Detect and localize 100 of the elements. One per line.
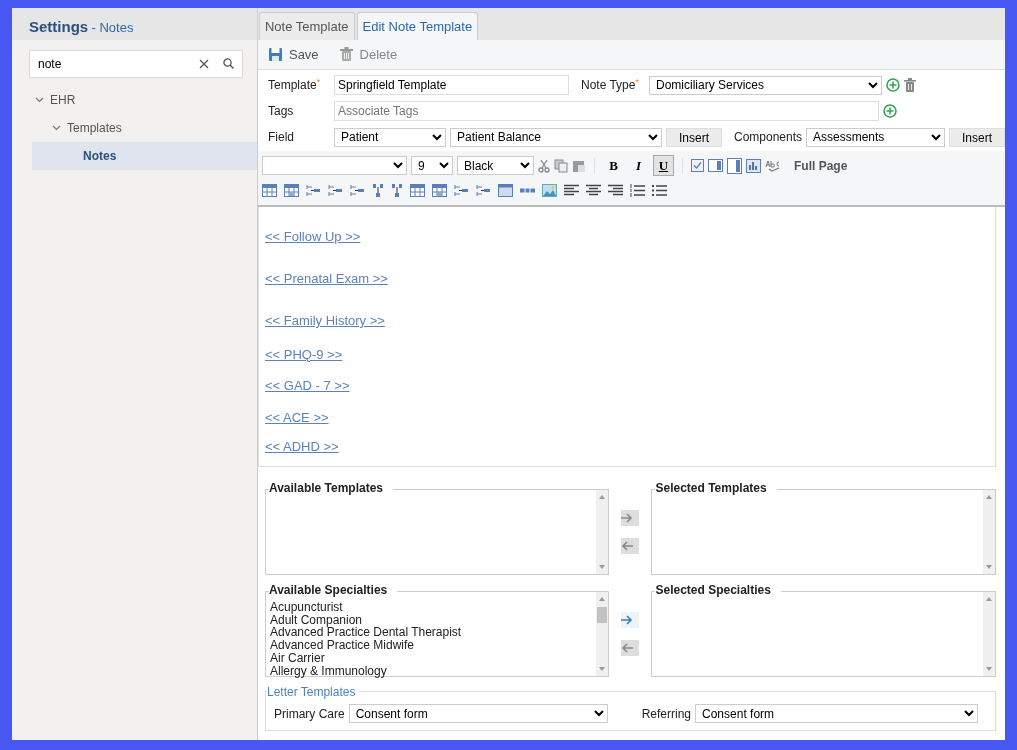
move-right-button[interactable] <box>621 612 640 628</box>
move-left-button[interactable] <box>621 538 640 554</box>
template-field[interactable]: Springfield Template <box>333 75 569 95</box>
insert-row-icon[interactable] <box>453 184 469 197</box>
tab[interactable]: Edit Note Template <box>356 11 479 40</box>
chevron-icon[interactable] <box>35 97 44 103</box>
right-arrow-icon <box>621 513 634 523</box>
primary-care-dropdown[interactable]: Consent form <box>348 704 608 723</box>
move-left-button[interactable] <box>621 640 640 656</box>
chart-icon[interactable] <box>745 158 761 173</box>
format-button[interactable]: B <box>602 155 624 176</box>
scroll-up-icon[interactable] <box>985 494 993 499</box>
align-right-icon[interactable] <box>607 184 623 197</box>
save-icon <box>267 47 283 62</box>
list-title: Available Specialties <box>268 583 398 597</box>
tree-item[interactable]: Templates <box>12 114 257 142</box>
insert-column-icon[interactable] <box>390 183 403 198</box>
full-page-button[interactable]: Full Page <box>793 156 848 175</box>
field-label: Field <box>267 129 295 146</box>
insert-row-icon[interactable] <box>327 184 343 197</box>
template-link[interactable]: << PHQ-9 >> <box>264 344 343 364</box>
scroll-down-icon[interactable] <box>598 667 607 672</box>
tree-item[interactable]: Notes <box>32 142 257 170</box>
field-label: Referring <box>641 705 691 723</box>
table-icon[interactable] <box>283 184 299 197</box>
right-arrow-icon <box>621 615 634 625</box>
spellcheck-icon[interactable] <box>764 159 782 172</box>
align-left-icon[interactable] <box>563 184 579 197</box>
referring-dropdown[interactable]: Consent form <box>695 704 978 723</box>
list-item[interactable]: Acupuncturist <box>269 601 595 614</box>
template-link[interactable]: << ADHD >> <box>264 437 339 457</box>
left-arrow-icon <box>621 643 634 653</box>
size-dropdown[interactable]: 9 <box>410 156 453 175</box>
tags-field[interactable]: Associate Tags <box>333 101 879 121</box>
merge-cells-icon[interactable] <box>497 184 513 197</box>
page-subtitle: - Notes <box>91 20 134 35</box>
left-arrow-icon <box>621 541 634 551</box>
format-button[interactable]: U <box>652 155 674 176</box>
list-item[interactable]: Allergy & Immunology <box>269 664 595 678</box>
template-link[interactable]: << ACE >> <box>264 407 329 427</box>
scroll-down-icon[interactable] <box>985 667 993 672</box>
template-link[interactable]: << Follow Up >> <box>264 227 361 247</box>
format-button[interactable]: I <box>627 155 649 176</box>
field-dropdown[interactable]: Patient Balance <box>449 127 662 147</box>
field-label: Tags <box>267 103 295 120</box>
list-item[interactable]: Advanced Practice Midwife <box>269 639 595 652</box>
table-icon[interactable] <box>409 184 425 197</box>
insert-button[interactable]: Insert <box>665 127 722 147</box>
scroll-down-icon[interactable] <box>598 565 607 570</box>
search-field[interactable]: note <box>29 50 243 78</box>
table-icon[interactable] <box>261 184 277 197</box>
table-icon[interactable] <box>431 184 447 197</box>
bullet-list-icon[interactable] <box>651 184 667 197</box>
trash-icon <box>338 47 354 62</box>
move-right-button[interactable] <box>621 510 640 526</box>
layout-icon[interactable] <box>707 159 723 172</box>
clear-icon[interactable] <box>198 59 209 69</box>
align-center-icon[interactable] <box>585 184 601 197</box>
template-link[interactable]: << Family History >> <box>264 311 385 331</box>
trash-icon[interactable] <box>903 78 916 92</box>
add-icon[interactable] <box>882 104 897 118</box>
list-item[interactable]: Advanced Practice Dental Therapist <box>269 626 595 640</box>
tab[interactable]: Note Template <box>258 11 355 40</box>
insert-button[interactable]: Insert <box>949 127 1005 147</box>
scrollbar-thumb[interactable] <box>597 607 608 623</box>
image-icon[interactable] <box>541 184 557 197</box>
insert-column-icon[interactable] <box>371 183 384 198</box>
insert-row-icon[interactable] <box>475 184 491 197</box>
field-label: Template$^{*}$ <box>267 76 322 94</box>
field-label: Note Type$^{*}$ <box>580 76 640 94</box>
components-dropdown[interactable]: Assessments <box>806 127 945 147</box>
insert-row-icon[interactable] <box>349 184 365 197</box>
list-title: Selected Specialties <box>655 583 781 597</box>
note-type-dropdown[interactable]: Domiciliary Services <box>648 75 882 95</box>
scroll-up-icon[interactable] <box>598 596 607 601</box>
insert-row-icon[interactable] <box>305 184 321 197</box>
paste-icon[interactable] <box>571 158 586 173</box>
field-label: Primary Care <box>273 705 345 723</box>
add-icon[interactable] <box>885 78 900 92</box>
layout-icon[interactable] <box>726 157 742 174</box>
list-item[interactable]: Air Carrier <box>269 651 595 665</box>
template-link[interactable]: << GAD - 7 >> <box>264 376 350 396</box>
checkbox-icon[interactable] <box>690 159 704 172</box>
copy-icon[interactable] <box>553 158 568 173</box>
field-label: Components <box>734 129 802 146</box>
scissors-icon[interactable] <box>537 158 550 173</box>
chevron-icon[interactable] <box>52 125 61 131</box>
template-link[interactable]: << Prenatal Exam >> <box>264 268 388 288</box>
list-item[interactable]: Adult Companion <box>269 613 595 627</box>
scroll-down-icon[interactable] <box>985 565 993 570</box>
field-dropdown[interactable]: Patient <box>333 127 446 147</box>
save-button[interactable]: Save <box>267 44 319 65</box>
scroll-up-icon[interactable] <box>985 596 993 601</box>
scroll-up-icon[interactable] <box>598 494 607 499</box>
tree-item[interactable]: EHR <box>12 86 257 114</box>
page-title: Settings <box>29 18 89 35</box>
list-title: Selected Templates <box>655 481 777 495</box>
numbered-list-icon[interactable] <box>629 184 645 197</box>
search-icon[interactable] <box>222 58 234 69</box>
color-dropdown[interactable]: Black <box>456 156 534 175</box>
